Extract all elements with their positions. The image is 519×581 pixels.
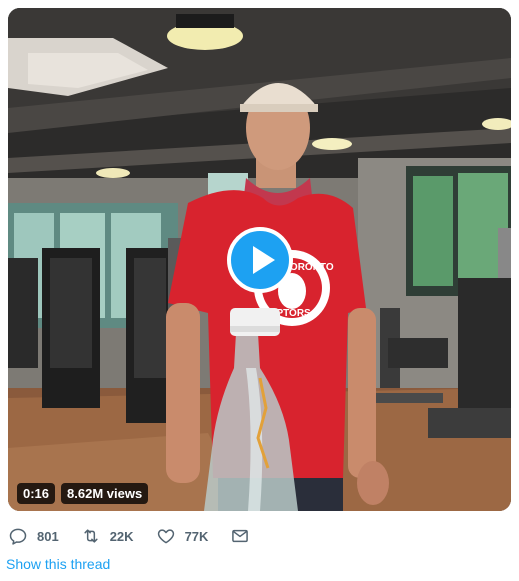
reply-icon — [9, 528, 27, 545]
like-button[interactable]: 77K — [156, 526, 209, 546]
view-count: 8.62M views — [61, 483, 149, 504]
share-envelope-icon — [232, 529, 249, 543]
tweet-card: TORONTO RAPTORS 0:16 8.62M views 801 22K… — [0, 0, 519, 581]
video-player[interactable]: TORONTO RAPTORS 0:16 8.62M views — [8, 8, 511, 511]
like-count: 77K — [184, 528, 209, 544]
video-badges: 0:16 8.62M views — [17, 483, 149, 504]
video-duration: 0:16 — [17, 483, 56, 504]
tweet-actions: 801 22K 77K — [8, 524, 272, 548]
retweet-icon — [84, 529, 98, 543]
heart-icon — [157, 529, 174, 544]
show-thread-link[interactable]: Show this thread — [6, 556, 110, 572]
retweet-button[interactable]: 22K — [81, 526, 134, 546]
play-button[interactable] — [227, 227, 293, 293]
play-icon — [253, 246, 275, 274]
retweet-count: 22K — [109, 528, 134, 544]
reply-count: 801 — [37, 528, 59, 544]
share-button[interactable] — [230, 526, 250, 546]
reply-button[interactable]: 801 — [8, 526, 59, 546]
